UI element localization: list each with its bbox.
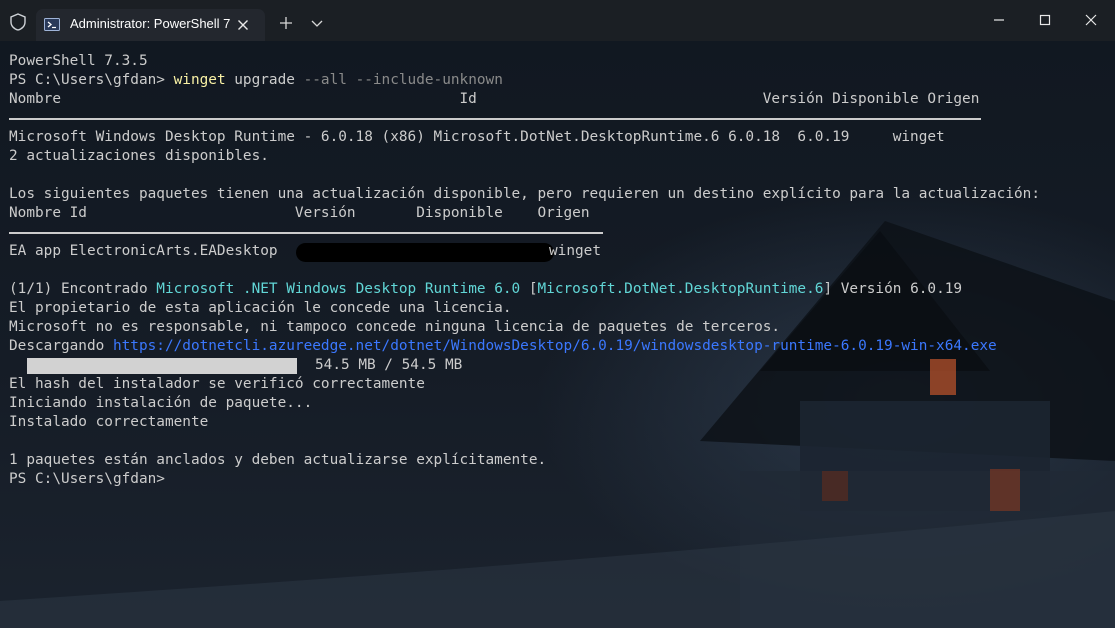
package-name: Microsoft .NET Windows Desktop Runtime 6… [156,281,521,297]
title-bar: Administrator: PowerShell 7 [0,0,1115,41]
maximize-icon[interactable] [1035,10,1055,30]
redaction-bar [296,243,554,262]
found-line: (1/1) Encontrado Microsoft .NET Windows … [9,280,1109,299]
prompt-line[interactable]: PS C:\Users\gfdan> [9,470,1109,489]
tab-powershell[interactable]: Administrator: PowerShell 7 [36,9,265,41]
tab-title: Administrator: PowerShell 7 [70,16,231,31]
download-line: Descargando https://dotnetcli.azureedge.… [9,337,1109,356]
terminal-window: Administrator: PowerShell 7 PowerShell 7… [0,0,1115,628]
update-count: 2 actualizaciones disponibles. [9,148,269,164]
table-header: Nombre Id Versión Disponible Origen [9,91,980,107]
row-source: winget [549,243,601,259]
progress-line: 54.5 MB / 54.5 MB [9,356,1109,375]
download-label: Descargando [9,338,113,354]
command-args: --all --include-unknown [294,72,503,88]
table-header: Nombre Id Versión Disponible Origen [9,205,590,221]
row-name-id: EA app ElectronicArts.EADesktop [9,243,278,259]
table-row: Microsoft Windows Desktop Runtime - 6.0.… [9,129,945,145]
download-size: 54.5 MB / 54.5 MB [315,357,463,373]
command-verb: upgrade [225,72,295,88]
close-window-icon[interactable] [1081,10,1101,30]
bracket-close: ] [823,281,841,297]
prompt: PS C:\Users\gfdan> [9,72,174,88]
package-version: Versión 6.0.19 [840,281,963,297]
install-start-line: Iniciando instalación de paquete... [9,395,313,411]
plus-icon[interactable] [276,15,296,31]
terminal-lines: PowerShell 7.3.5 PS C:\Users\gfdan> wing… [9,52,1109,489]
pinned-line: 1 paquetes están anclados y deben actual… [9,452,547,468]
table-rule [9,109,1109,128]
minimize-icon[interactable] [989,10,1009,30]
license-line: El propietario de esta aplicación le con… [9,300,512,316]
divider [9,118,981,120]
download-link[interactable]: https://dotnetcli.azureedge.net/dotnet/W… [113,338,997,354]
table-rule [9,223,1109,242]
found-prefix: (1/1) Encontrado [9,281,157,297]
hash-line: El hash del instalador se verificó corre… [9,376,425,392]
package-id: Microsoft.DotNet.DesktopRuntime.6 [537,281,824,297]
command-line: PS C:\Users\gfdan> winget upgrade --all … [9,71,1109,90]
ps-version: PowerShell 7.3.5 [9,53,148,69]
powershell-icon [44,18,60,31]
bracket-open: [ [520,281,538,297]
chevron-down-icon[interactable] [307,15,327,31]
progress-bar [27,358,297,374]
table-row: EA app ElectronicArts.EADesktop winget [9,242,1109,262]
terminal-output[interactable]: PowerShell 7.3.5 PS C:\Users\gfdan> wing… [0,41,1115,628]
shield-icon [10,13,26,31]
explicit-notice: Los siguientes paquetes tienen una actua… [9,186,1041,202]
divider [9,232,603,234]
progress-fill [27,358,297,374]
command-name: winget [173,72,226,88]
license-line: Microsoft no es responsable, ni tampoco … [9,319,781,335]
close-icon[interactable] [235,17,251,33]
install-done-line: Instalado correctamente [9,414,209,430]
